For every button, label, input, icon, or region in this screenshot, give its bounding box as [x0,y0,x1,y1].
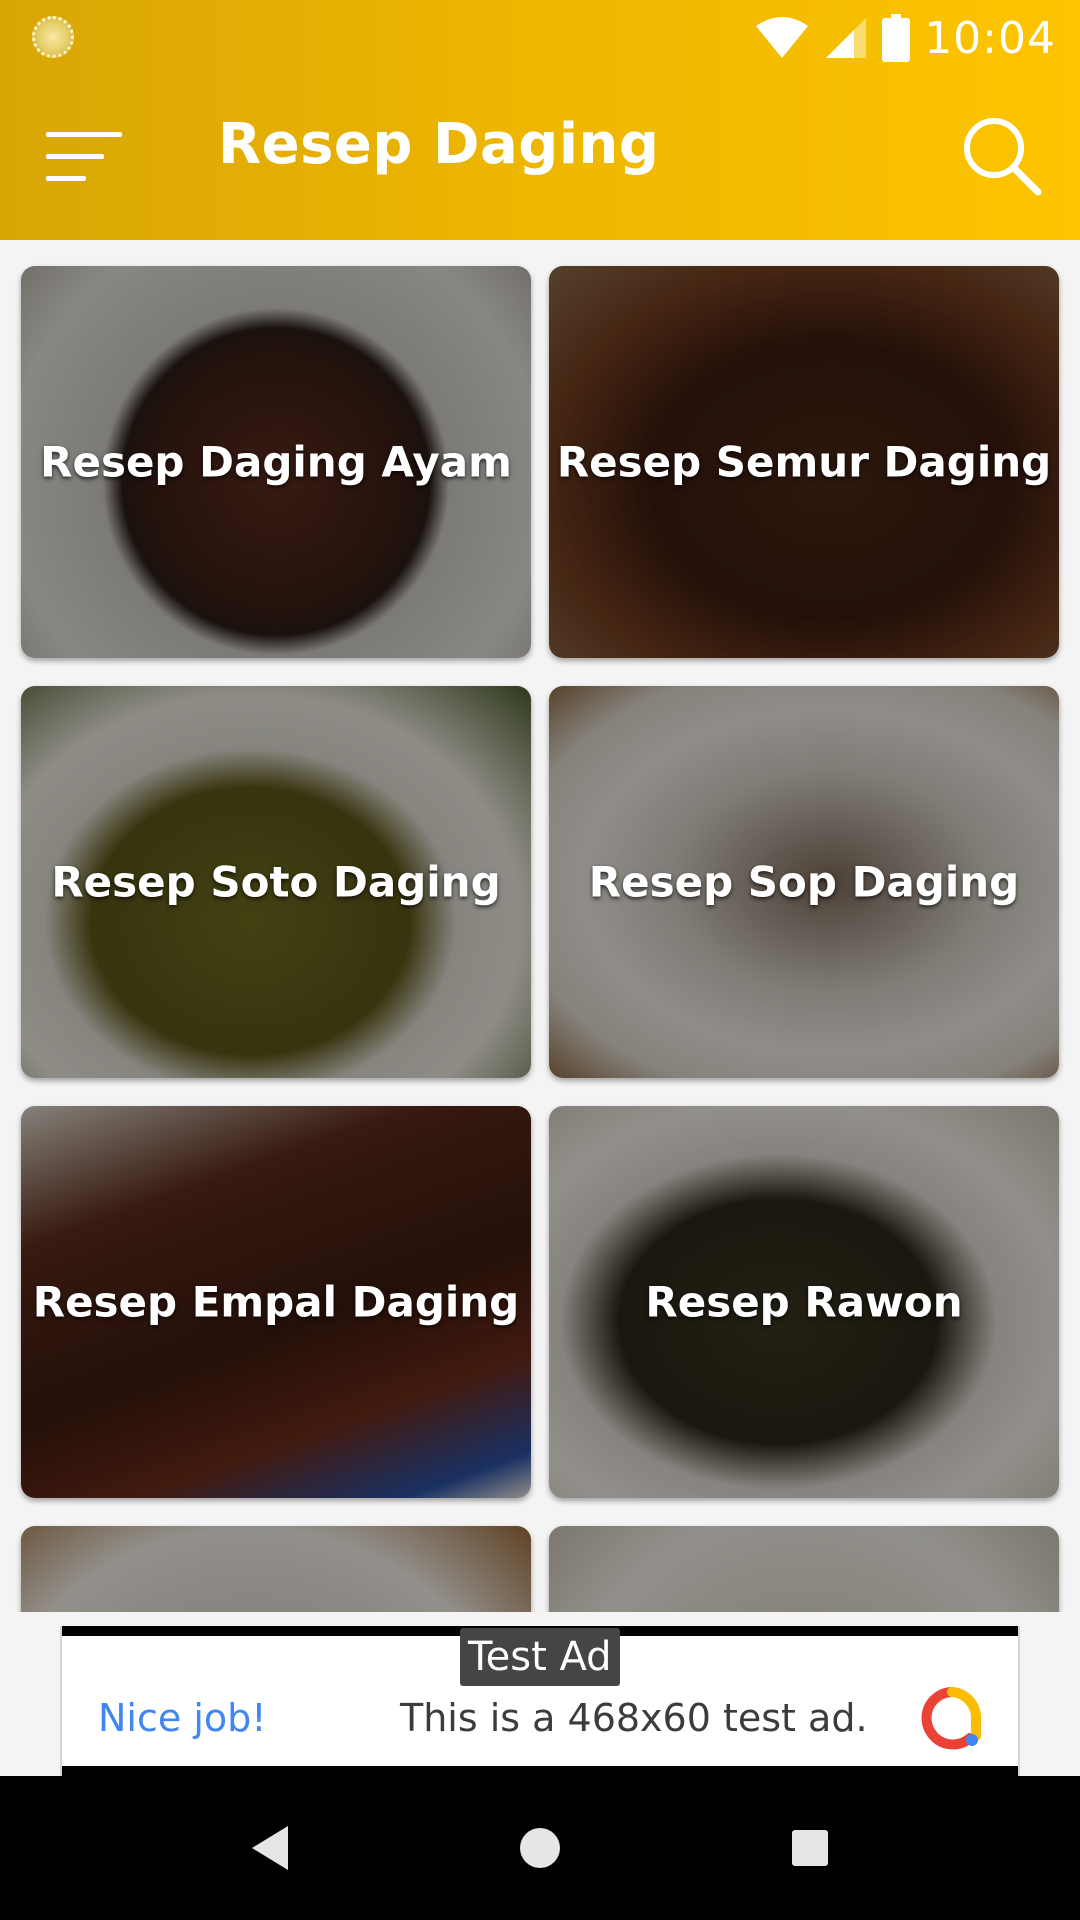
recipe-card-empal-daging[interactable]: Resep Empal Daging [21,1106,531,1498]
recipe-label: Resep Daging Ayam [40,437,512,487]
search-icon[interactable] [958,112,1046,200]
recipe-card-sop-daging[interactable]: Resep Sop Daging [549,686,1059,1078]
back-icon[interactable] [240,1818,300,1878]
status-icons: 10:04 [754,8,1056,68]
battery-icon [882,14,911,62]
ad-headline: Nice job! [98,1696,267,1740]
home-icon[interactable] [510,1818,570,1878]
ad-banner[interactable]: Test Ad Nice job! This is a 468x60 test … [60,1626,1020,1776]
app-bar: 10:04 Resep Daging [0,0,1080,240]
recipe-grid: Resep Daging Ayam Resep Semur Daging Res… [0,240,1080,1612]
test-ad-badge: Test Ad [460,1628,620,1686]
signal-icon [826,18,867,58]
page-title: Resep Daging [218,112,660,177]
status-time: 10:04 [924,12,1056,64]
recipe-card-rawon[interactable]: Resep Rawon [549,1106,1059,1498]
status-bar: 10:04 [0,0,1080,72]
recipe-label: Resep Rawon [645,1277,963,1327]
ad-logo-icon [921,1687,982,1750]
notification-icon [32,16,74,58]
recipe-label: Resep Sop Daging [588,857,1020,907]
recipe-label: Resep Empal Daging [32,1277,520,1327]
toolbar: Resep Daging [0,72,1080,240]
wifi-icon [756,17,809,58]
navigation-bar [0,1776,1080,1920]
recipe-card-soto-daging[interactable]: Resep Soto Daging [21,686,531,1078]
ad-text: This is a 468x60 test ad. [400,1696,868,1740]
recipe-card-semur-daging[interactable]: Resep Semur Daging [549,266,1059,658]
recipe-card-daging-ayam[interactable]: Resep Daging Ayam [21,266,531,658]
recipe-label: Resep Soto Daging [51,857,501,907]
recents-icon[interactable] [780,1818,840,1878]
hamburger-menu-icon[interactable] [38,124,128,188]
recipe-card-partial-right[interactable] [549,1526,1059,1612]
recipe-label: Resep Semur Daging [556,437,1052,487]
recipe-card-partial-left[interactable] [21,1526,531,1612]
